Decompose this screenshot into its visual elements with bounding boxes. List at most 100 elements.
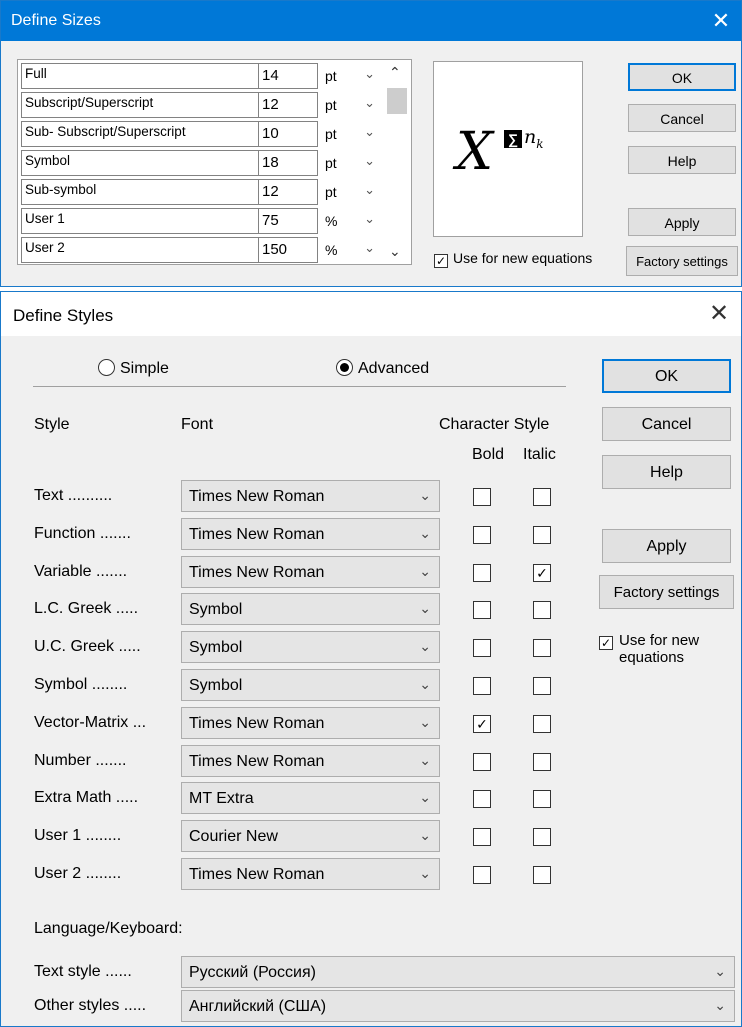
style-label: User 2 ........: [34, 865, 122, 882]
chevron-down-icon: ⌄: [419, 638, 431, 655]
bold-checkbox[interactable]: [473, 828, 491, 847]
styles-ok-button[interactable]: OK: [602, 359, 731, 393]
size-value-input[interactable]: 12: [258, 179, 318, 205]
size-unit-select[interactable]: % ⌄: [321, 208, 383, 234]
styles-apply-button[interactable]: Apply: [602, 529, 731, 563]
bold-checkbox[interactable]: [473, 525, 491, 544]
size-name: Subscript/Superscript: [21, 92, 258, 118]
bold-checkbox[interactable]: [473, 601, 491, 620]
header-font: Font: [181, 416, 214, 433]
scroll-thumb[interactable]: [387, 88, 407, 114]
italic-checkbox[interactable]: [533, 866, 551, 884]
sizes-title: Define Sizes: [11, 12, 101, 29]
italic-checkbox[interactable]: [533, 752, 551, 771]
size-value-input[interactable]: 75: [258, 208, 318, 234]
italic-checkbox[interactable]: [533, 488, 551, 506]
size-row: User 2 150% ⌄: [21, 237, 383, 264]
style-row: Function ....... Times New Roman ⌄: [1, 517, 601, 550]
other-styles-select[interactable]: Английский (США) ⌄: [181, 990, 735, 1022]
style-row: User 2 ........ Times New Roman ⌄: [1, 858, 601, 890]
sizes-cancel-button[interactable]: Cancel: [628, 104, 736, 132]
text-style-select[interactable]: Русский (Россия) ⌄: [181, 956, 735, 988]
bold-checkbox[interactable]: [473, 488, 491, 506]
size-unit-select[interactable]: pt ⌄: [321, 92, 383, 118]
size-unit-select[interactable]: pt ⌄: [321, 150, 383, 176]
font-select[interactable]: Times New Roman ⌄: [181, 706, 440, 739]
chevron-down-icon: ⌄: [419, 789, 431, 806]
size-value-input[interactable]: 150: [258, 237, 318, 263]
italic-checkbox[interactable]: [533, 525, 551, 544]
italic-checkbox[interactable]: [533, 828, 551, 847]
bold-checkbox[interactable]: [473, 790, 491, 809]
font-select[interactable]: Symbol ⌄: [181, 593, 440, 626]
chevron-down-icon: ⌄: [419, 487, 431, 503]
italic-checkbox[interactable]: [533, 714, 551, 733]
styles-use-for-new[interactable]: ✓ Use for new equations: [599, 632, 739, 666]
size-value-input[interactable]: 18: [258, 150, 318, 176]
chevron-down-icon: ⌄: [714, 997, 726, 1013]
sizes-use-for-new[interactable]: ✓ Use for new equations: [434, 250, 592, 268]
size-unit-select[interactable]: pt ⌄: [321, 179, 383, 205]
font-select[interactable]: MT Extra ⌄: [181, 782, 440, 815]
size-value-input[interactable]: 12: [258, 92, 318, 118]
size-value-input[interactable]: 10: [258, 121, 318, 147]
size-value-input[interactable]: 14: [258, 63, 318, 89]
close-icon[interactable]: ✕: [707, 7, 735, 35]
italic-checkbox[interactable]: [533, 790, 551, 809]
preview-base: X: [456, 122, 494, 182]
sizes-help-button[interactable]: Help: [628, 146, 736, 174]
size-row: Sub-symbol 12 pt ⌄: [21, 179, 383, 206]
close-icon[interactable]: ✕: [705, 300, 733, 328]
italic-checkbox[interactable]: [533, 601, 551, 620]
checkbox[interactable]: ✓: [434, 254, 448, 268]
size-unit-select[interactable]: pt ⌄: [321, 121, 383, 147]
styles-help-button[interactable]: Help: [602, 455, 731, 489]
checkbox[interactable]: ✓: [599, 636, 613, 650]
sizes-scrollbar[interactable]: ⌃ ⌄: [383, 60, 411, 264]
font-select[interactable]: Times New Roman ⌄: [181, 480, 440, 512]
styles-cancel-button[interactable]: Cancel: [602, 407, 731, 441]
style-label: Function .......: [34, 524, 131, 542]
font-select[interactable]: Times New Roman ⌄: [181, 517, 440, 550]
sizes-titlebar: Define Sizes ✕: [1, 1, 741, 41]
chevron-down-icon: ⌄: [419, 524, 431, 541]
bold-checkbox[interactable]: [473, 866, 491, 884]
chevron-down-icon: ⌄: [419, 562, 431, 579]
chevron-down-icon: ⌄: [364, 211, 375, 226]
advanced-radio[interactable]: Advanced: [336, 359, 429, 378]
header-italic: Italic: [523, 446, 556, 463]
size-unit-select[interactable]: pt ⌄: [321, 63, 383, 89]
scroll-down-icon[interactable]: ⌄: [389, 243, 401, 260]
bold-checkbox[interactable]: [473, 639, 491, 658]
size-row: Subscript/Superscript 12 pt ⌄: [21, 92, 383, 119]
style-row: Variable ....... Times New Roman ⌄ ✓: [1, 555, 601, 588]
sizes-factory-button[interactable]: Factory settings: [626, 246, 738, 276]
font-select[interactable]: Symbol ⌄: [181, 631, 440, 664]
bold-checkbox[interactable]: [473, 563, 491, 582]
font-select[interactable]: Times New Roman ⌄: [181, 555, 440, 588]
font-select[interactable]: Times New Roman ⌄: [181, 744, 440, 777]
font-select[interactable]: Courier New ⌄: [181, 820, 440, 853]
font-select[interactable]: Times New Roman ⌄: [181, 858, 440, 890]
radio-selected-icon[interactable]: [336, 359, 353, 376]
italic-checkbox[interactable]: ✓: [533, 563, 551, 582]
bold-checkbox[interactable]: [473, 752, 491, 771]
size-row: Full 14 pt ⌄: [21, 63, 383, 90]
italic-checkbox[interactable]: [533, 677, 551, 695]
font-select[interactable]: Symbol ⌄: [181, 669, 440, 701]
radio-icon[interactable]: [98, 359, 115, 376]
chevron-down-icon: ⌄: [419, 827, 431, 844]
bold-checkbox[interactable]: [473, 677, 491, 695]
simple-radio[interactable]: Simple: [98, 359, 169, 378]
sizes-apply-button[interactable]: Apply: [628, 208, 736, 236]
chevron-down-icon: ⌄: [419, 600, 431, 617]
scroll-up-icon[interactable]: ⌃: [389, 64, 401, 81]
sizes-ok-button[interactable]: OK: [628, 63, 736, 91]
preview-superscript: nk: [524, 126, 544, 151]
style-row: Extra Math ..... MT Extra ⌄: [1, 782, 601, 815]
styles-factory-button[interactable]: Factory settings: [599, 575, 734, 609]
italic-checkbox[interactable]: [533, 639, 551, 658]
bold-checkbox[interactable]: ✓: [473, 714, 491, 733]
styles-title: Define Styles: [13, 306, 114, 325]
size-unit-select[interactable]: % ⌄: [321, 237, 383, 263]
